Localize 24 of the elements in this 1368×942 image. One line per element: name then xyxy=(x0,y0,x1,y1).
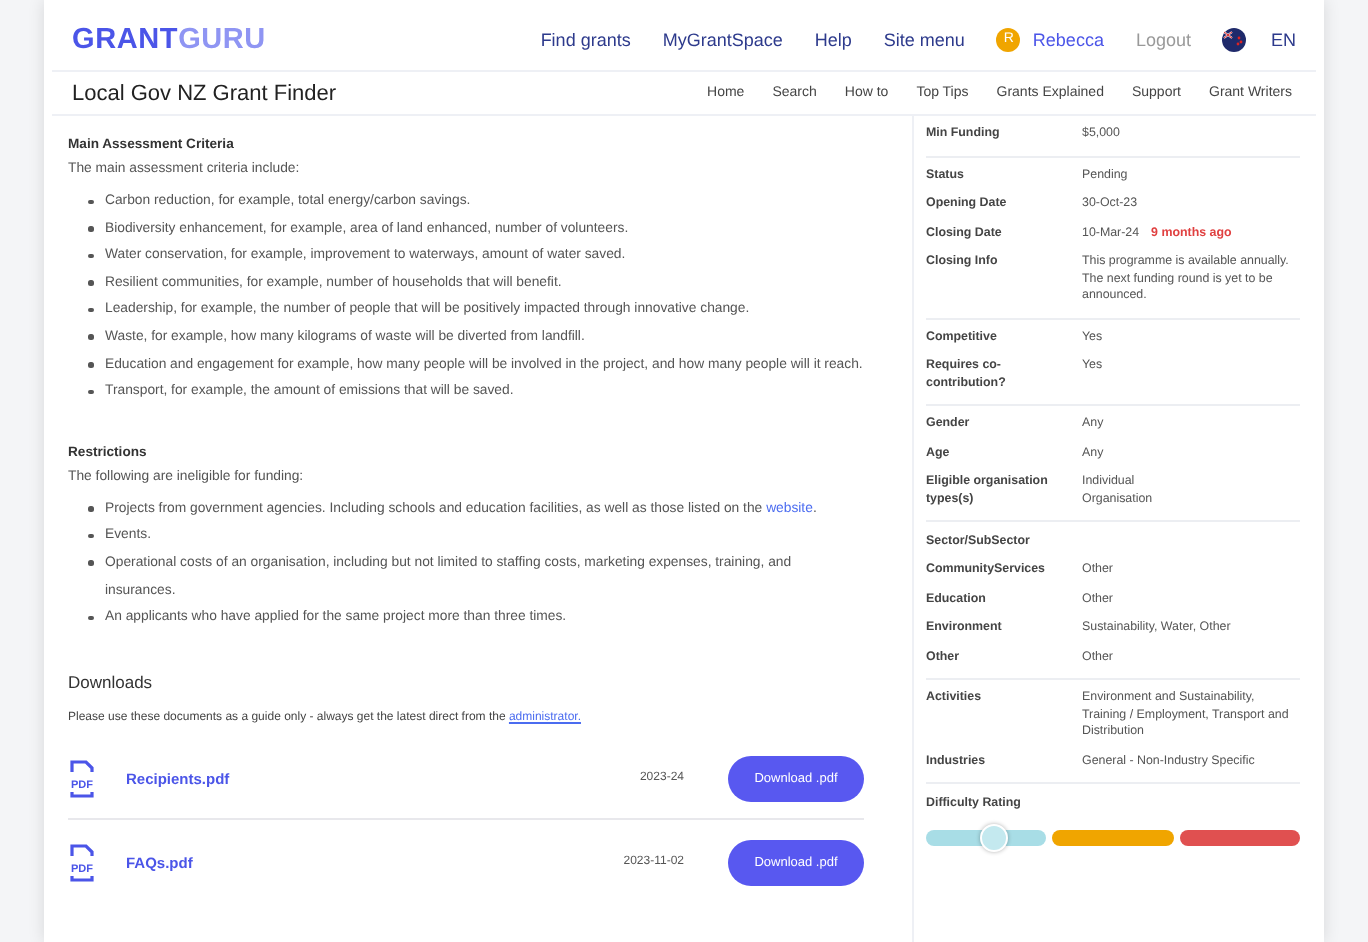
bullet-icon xyxy=(88,615,93,621)
bullet-icon xyxy=(88,307,93,313)
downloads-heading: Downloads xyxy=(68,671,155,692)
bullet-icon xyxy=(88,253,93,259)
logo[interactable]: GRANTGURU xyxy=(72,23,266,55)
hard-segment xyxy=(1179,830,1300,846)
bullet-icon xyxy=(88,389,93,395)
user-name-link[interactable]: Rebecca xyxy=(1032,29,1104,49)
bullet-icon xyxy=(88,560,93,566)
bullet-icon xyxy=(88,226,93,232)
nav-link[interactable]: Site menu xyxy=(883,29,965,49)
language-link[interactable]: EN xyxy=(1270,29,1296,49)
page-title: Local Gov NZ Grant Finder xyxy=(72,81,337,105)
bullet-icon xyxy=(88,199,93,204)
nav-link[interactable]: MyGrantSpace xyxy=(662,29,783,49)
bullet-icon xyxy=(88,506,93,512)
bullet-icon xyxy=(88,334,93,340)
bullet-icon xyxy=(88,533,93,539)
bullet-icon xyxy=(88,362,93,368)
bullet-icon xyxy=(88,280,93,286)
nav-link[interactable]: Help xyxy=(814,29,852,49)
flag-icon[interactable] xyxy=(1222,27,1247,51)
nav-link[interactable]: Find grants xyxy=(540,29,631,49)
medium-segment xyxy=(1052,830,1174,846)
